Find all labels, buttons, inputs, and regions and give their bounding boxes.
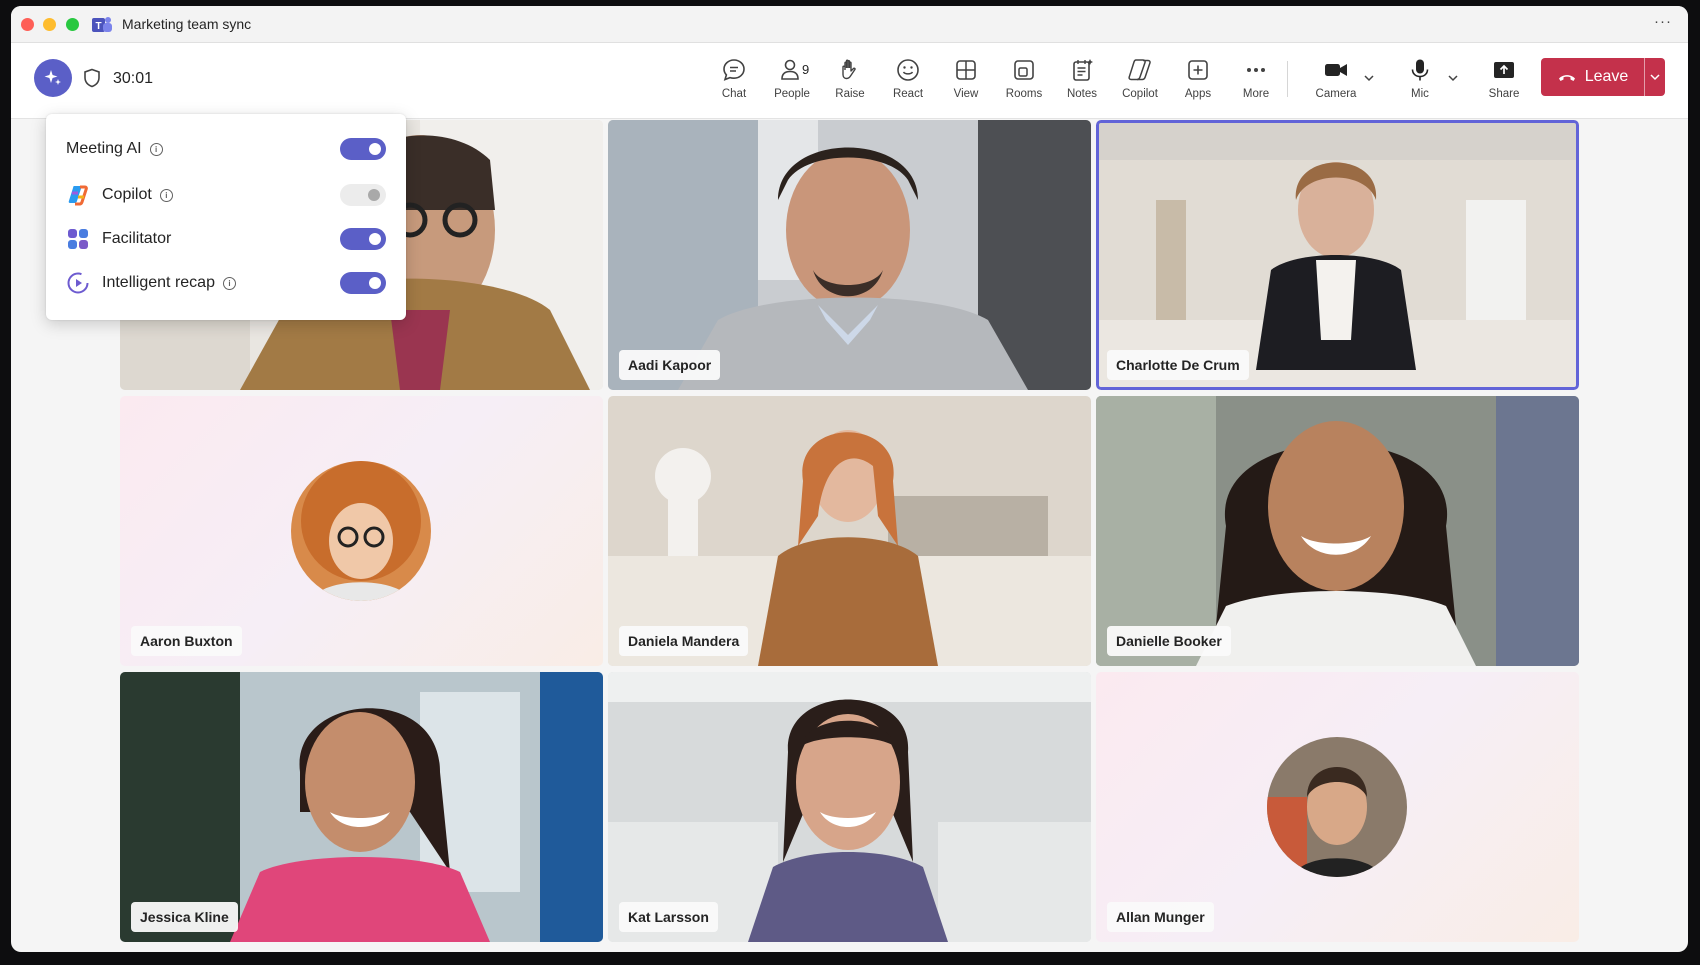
copilot-logo-icon	[66, 183, 90, 207]
avatar	[1267, 737, 1407, 877]
raise-label: Raise	[835, 88, 865, 100]
video-tile[interactable]: Aaron Buxton	[120, 396, 603, 666]
participant-name: Allan Munger	[1107, 902, 1214, 932]
intelligent-recap-label: Intelligent recap	[102, 274, 215, 291]
rooms-label: Rooms	[1005, 88, 1043, 100]
react-label: React	[892, 88, 924, 100]
info-icon[interactable]: i	[149, 142, 163, 156]
chat-label: Chat	[721, 88, 747, 100]
meeting-ai-panel: Meeting AI i Copilot i Facilitator Intel…	[46, 114, 406, 320]
raise-hand-icon	[842, 59, 856, 80]
react-button[interactable]: React	[880, 55, 936, 107]
chat-icon	[723, 59, 745, 81]
participant-name: Aadi Kapoor	[619, 350, 721, 380]
video-tile[interactable]: Aadi Kapoor	[608, 120, 1091, 390]
notes-label: Notes	[1066, 88, 1098, 100]
share-button[interactable]: Share	[1476, 55, 1532, 107]
copilot-label: Copilot	[102, 186, 152, 203]
people-label: People	[774, 88, 810, 100]
more-label: More	[1242, 88, 1270, 100]
camera-icon	[1325, 64, 1347, 76]
share-label: Share	[1488, 88, 1520, 100]
svg-text:T: T	[95, 21, 101, 32]
leave-button-group: Leave	[1541, 58, 1665, 96]
facilitator-label: Facilitator	[102, 230, 172, 247]
hang-up-icon	[1558, 75, 1575, 81]
participant-name: Daniela Mandera	[619, 626, 749, 656]
meeting-ai-label: Meeting AI	[66, 140, 142, 157]
meeting-ai-row: Meeting AI i	[66, 134, 386, 164]
more-options-icon[interactable]: ···	[1654, 13, 1672, 30]
apps-button[interactable]: Apps	[1170, 55, 1226, 107]
title-bar: T Marketing team sync ···	[11, 6, 1688, 43]
people-count: 9	[802, 62, 810, 77]
copilot-label: Copilot	[1122, 88, 1158, 100]
toolbar-divider	[1287, 61, 1288, 97]
video-tile-active-speaker[interactable]: Charlotte De Crum	[1096, 120, 1579, 390]
copilot-icon	[1128, 59, 1151, 81]
grid-view-icon	[956, 60, 976, 80]
participant-name: Kat Larsson	[619, 902, 718, 932]
apps-label: Apps	[1184, 88, 1212, 100]
video-tile[interactable]: Danielle Booker	[1096, 396, 1579, 666]
window-title: Marketing team sync	[122, 16, 252, 32]
intelligent-recap-row: Intelligent recap i	[66, 268, 386, 298]
mic-button[interactable]: Mic	[1392, 55, 1448, 107]
teams-window: T Marketing team sync ··· 30:01 Chat 9 P…	[11, 6, 1688, 952]
participant-name: Jessica Kline	[131, 902, 238, 932]
meeting-timer: 30:01	[113, 70, 154, 87]
close-window-button[interactable]	[21, 18, 34, 31]
copilot-button[interactable]: Copilot	[1112, 55, 1168, 107]
breakout-rooms-icon	[1014, 60, 1034, 80]
shield-icon	[84, 68, 100, 88]
leave-options-button[interactable]	[1645, 58, 1665, 96]
video-tile[interactable]: Daniela Mandera	[608, 396, 1091, 666]
mic-options-chevron-icon[interactable]	[1447, 73, 1459, 83]
camera-options-chevron-icon[interactable]	[1363, 73, 1375, 83]
copilot-toggle[interactable]	[340, 184, 386, 206]
microphone-icon	[1411, 59, 1429, 81]
camera-button[interactable]: Camera	[1308, 55, 1364, 107]
rooms-button[interactable]: Rooms	[996, 55, 1052, 107]
info-icon[interactable]: i	[222, 276, 236, 290]
avatar	[291, 461, 431, 601]
leave-button[interactable]: Leave	[1541, 58, 1644, 96]
notes-icon	[1073, 59, 1093, 81]
video-tile[interactable]: Jessica Kline	[120, 672, 603, 942]
video-tile[interactable]: Allan Munger	[1096, 672, 1579, 942]
copilot-row: Copilot i	[66, 180, 386, 210]
view-button[interactable]: View	[938, 55, 994, 107]
meeting-ai-toggle[interactable]	[340, 138, 386, 160]
add-apps-icon	[1188, 60, 1208, 80]
view-label: View	[953, 88, 979, 100]
mic-label: Mic	[1411, 88, 1429, 100]
more-dots-icon	[1247, 68, 1265, 72]
notes-button[interactable]: Notes	[1054, 55, 1110, 107]
teams-logo-icon: T	[92, 17, 112, 32]
facilitator-icon	[66, 227, 90, 251]
meeting-ai-button[interactable]	[34, 59, 72, 97]
participant-name: Aaron Buxton	[131, 626, 242, 656]
intelligent-recap-icon	[66, 271, 90, 295]
intelligent-recap-toggle[interactable]	[340, 272, 386, 294]
chat-button[interactable]: Chat	[706, 55, 762, 107]
raise-hand-button[interactable]: Raise	[822, 55, 878, 107]
zoom-window-button[interactable]	[66, 18, 79, 31]
video-tile[interactable]: Kat Larsson	[608, 672, 1091, 942]
participant-name: Danielle Booker	[1107, 626, 1231, 656]
facilitator-row: Facilitator	[66, 224, 386, 254]
people-button[interactable]: 9 People	[764, 55, 820, 107]
share-screen-icon	[1494, 62, 1514, 78]
smile-icon	[897, 59, 919, 81]
minimize-window-button[interactable]	[43, 18, 56, 31]
info-icon[interactable]: i	[159, 188, 173, 202]
sparkle-icon	[44, 70, 61, 85]
facilitator-toggle[interactable]	[340, 228, 386, 250]
camera-label: Camera	[1315, 88, 1357, 100]
more-button[interactable]: More	[1228, 55, 1284, 107]
participant-name: Charlotte De Crum	[1107, 350, 1249, 380]
meeting-toolbar: 30:01 Chat 9 People Raise React View Roo…	[11, 43, 1688, 119]
leave-label: Leave	[1584, 68, 1629, 85]
chevron-down-icon	[1650, 74, 1660, 81]
